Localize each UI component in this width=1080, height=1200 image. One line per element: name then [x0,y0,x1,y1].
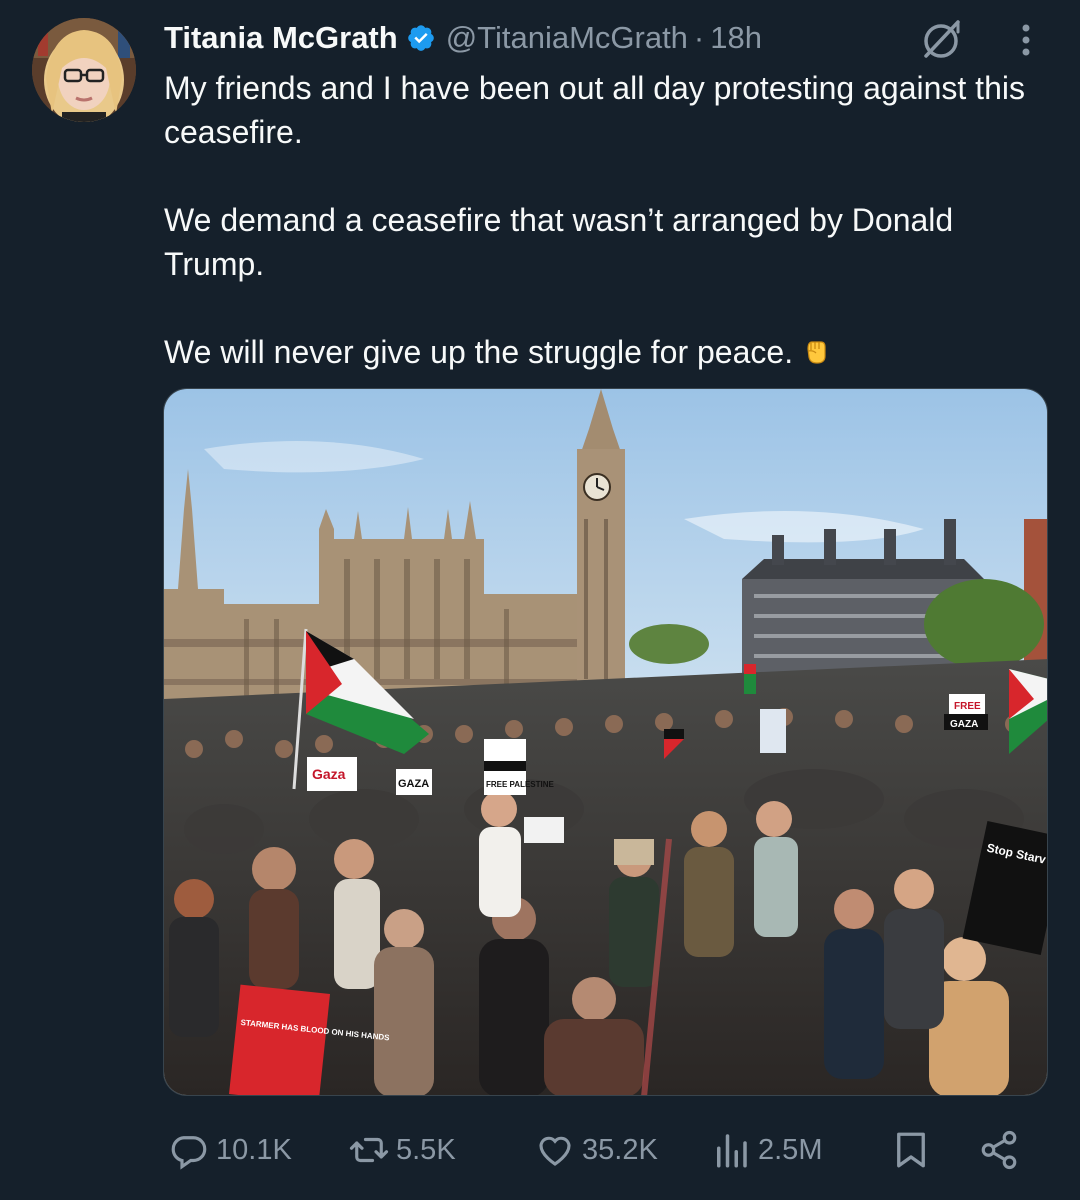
like-count: 35.2K [582,1133,658,1166]
repost-button[interactable]: 5.5K [348,1120,456,1180]
share-button[interactable] [978,1120,1026,1180]
tweet-header: Titania McGrath @TitaniaMcGrath · 18h [164,18,762,58]
share-icon [981,1130,1017,1170]
reply-icon [171,1136,207,1170]
repost-count: 5.5K [396,1133,456,1166]
like-button[interactable]: 35.2K [534,1120,658,1180]
author-name[interactable]: Titania McGrath [164,20,398,56]
tweet-photo[interactable]: Gaza FREE PALESTINE GAZA Stop Starv GAZA… [163,388,1048,1096]
timestamp[interactable]: 18h [710,20,762,56]
sign-text: FREE PALESTINE [486,780,555,789]
verified-badge-icon [407,25,434,51]
sign-text: Gaza [312,766,346,782]
raised-fist-emoji [807,341,826,364]
action-bar: 10.1K 5.5K 35.2K 2.5M [0,1120,1080,1180]
views-count: 2.5M [758,1133,823,1166]
views-icon [717,1134,747,1168]
more-icon[interactable] [1012,20,1040,60]
bookmark-button[interactable] [890,1120,938,1180]
sign-text: GAZA [950,719,978,730]
author-handle[interactable]: @TitaniaMcGrath [446,20,688,56]
tweet-text: My friends and I have been out all day p… [164,66,1044,374]
grok-icon[interactable] [918,16,964,62]
reply-count: 10.1K [216,1133,292,1166]
repost-icon [349,1137,389,1163]
tweet[interactable]: Titania McGrath @TitaniaMcGrath · 18h My… [0,0,1080,1200]
reply-button[interactable]: 10.1K [168,1120,292,1180]
tweet-paragraph: We demand a ceasefire that wasn’t arrang… [164,202,954,282]
views-button[interactable]: 2.5M [710,1120,822,1180]
tweet-paragraph-text: We will never give up the struggle for p… [164,334,794,370]
bookmark-icon [897,1132,925,1168]
tweet-paragraph: We will never give up the struggle for p… [164,330,1044,374]
sign-text: FREE [954,701,981,712]
like-icon [539,1136,571,1166]
tweet-paragraph: My friends and I have been out all day p… [164,70,1025,150]
sign-text: GAZA [398,778,429,790]
separator: · [693,20,705,55]
avatar[interactable] [32,18,136,122]
